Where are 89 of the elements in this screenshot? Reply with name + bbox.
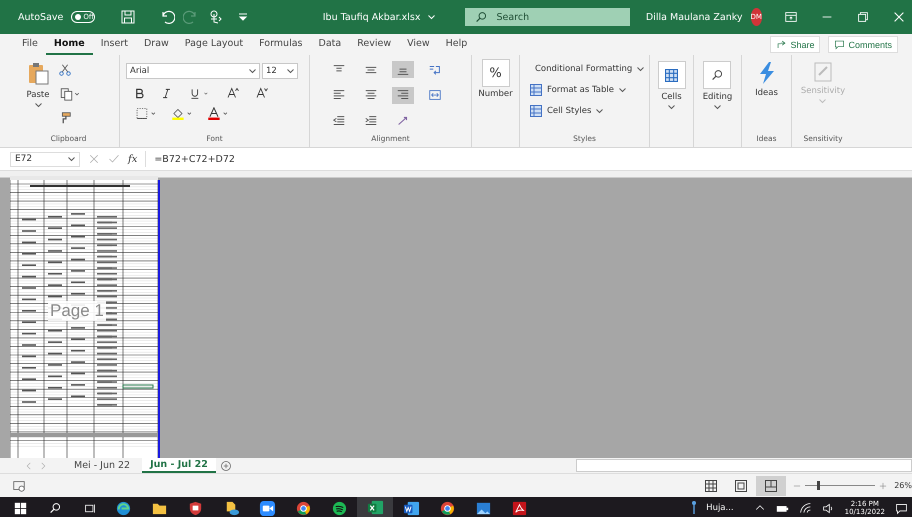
weather-text[interactable]: Huja... xyxy=(706,503,734,513)
caret-icon xyxy=(287,68,294,74)
ribbon-tab[interactable]: Data xyxy=(310,34,350,55)
ribbon-tab[interactable]: Formulas xyxy=(251,34,310,55)
zoom-level[interactable]: 26% xyxy=(894,481,912,490)
ribbon-tab[interactable]: Help xyxy=(438,34,476,55)
right-align-icon[interactable] xyxy=(392,86,414,104)
save-icon[interactable] xyxy=(120,9,136,25)
caret-icon xyxy=(714,105,721,110)
table-style-icon xyxy=(530,105,542,117)
ribbon-tab[interactable]: Home xyxy=(46,34,93,55)
page-watermark: Page 1 xyxy=(48,301,106,321)
bottom-align-icon[interactable] xyxy=(392,61,414,78)
share-button[interactable]: Share xyxy=(770,36,820,53)
fill-color-icon[interactable] xyxy=(170,107,194,120)
user-name: Dilla Maulana Zanky xyxy=(646,12,742,22)
sheet-tab[interactable]: Jun - Jul 22 xyxy=(142,458,216,473)
sensitivity-label-icon xyxy=(812,61,833,83)
ribbon-tab[interactable]: Page Layout xyxy=(176,34,252,55)
caret-icon xyxy=(68,156,75,162)
windows-start-icon[interactable] xyxy=(14,502,27,514)
close-icon[interactable] xyxy=(892,10,906,24)
scissors-icon[interactable] xyxy=(58,63,72,77)
speaker-icon[interactable] xyxy=(822,502,835,514)
word-icon[interactable] xyxy=(402,500,420,516)
caret-icon xyxy=(668,105,675,110)
file-name[interactable]: Ibu Taufiq Akbar.xlsx xyxy=(322,12,420,22)
comments-button[interactable]: Comments xyxy=(828,36,898,53)
number-label: Number xyxy=(478,89,513,99)
borders-icon[interactable] xyxy=(134,107,158,120)
caret-icon xyxy=(428,14,436,20)
caret-icon xyxy=(618,88,626,92)
caret-icon xyxy=(34,103,42,108)
search-field[interactable]: Search xyxy=(465,8,630,26)
zoom-slider-thumb[interactable] xyxy=(817,481,820,490)
ribbon-tab[interactable]: Insert xyxy=(92,34,136,55)
insert-function-button[interactable]: fx xyxy=(128,154,138,164)
caret-icon xyxy=(596,108,604,114)
task-view-icon[interactable] xyxy=(84,502,97,514)
cells-button[interactable]: Cells xyxy=(656,59,688,112)
styles-menu-item[interactable]: Cell Styles xyxy=(530,105,643,117)
excel-icon[interactable] xyxy=(366,498,384,516)
caret-icon xyxy=(637,66,644,72)
search-icon xyxy=(475,10,488,24)
search-icon xyxy=(710,68,724,82)
notifications-icon[interactable] xyxy=(895,502,908,514)
horizontal-scrollbar[interactable] xyxy=(576,459,912,472)
clipboard-icon xyxy=(26,61,50,87)
search-icon[interactable] xyxy=(49,502,62,514)
styles-menu-item[interactable]: Conditional Formatting xyxy=(530,63,643,75)
spotify-icon[interactable] xyxy=(330,500,348,516)
ideas-button[interactable]: Ideas xyxy=(753,59,780,134)
styles-menu-item[interactable]: Format as Table xyxy=(530,84,643,96)
autosave-label: AutoSave xyxy=(18,12,64,22)
sheet-tab[interactable]: Mei - Jun 22 xyxy=(66,458,138,473)
ribbon-tab[interactable]: View xyxy=(399,34,438,55)
comment-icon xyxy=(834,39,846,50)
formula-field[interactable]: =B72+C72+D72 xyxy=(145,151,912,167)
chrome-icon[interactable] xyxy=(294,500,312,516)
italic-icon[interactable] xyxy=(161,88,172,98)
editing-button[interactable]: Editing xyxy=(700,59,734,112)
ribbon-display-icon[interactable] xyxy=(784,10,798,24)
grow-font-icon[interactable] xyxy=(226,87,239,99)
font-size-field[interactable]: 12 xyxy=(262,63,298,79)
shrink-font-icon[interactable] xyxy=(255,87,268,99)
percent-button[interactable]: % xyxy=(482,59,510,87)
copy-icon[interactable] xyxy=(58,87,82,101)
cells-grid-icon xyxy=(665,68,678,82)
ribbon-tab[interactable]: Draw xyxy=(136,34,177,55)
add-sheet-icon[interactable] xyxy=(220,460,232,472)
caret-icon xyxy=(819,99,826,104)
font-color-icon[interactable] xyxy=(206,107,230,120)
bold-icon[interactable] xyxy=(134,88,145,98)
ribbon-tab[interactable]: Review xyxy=(349,34,400,55)
pdf-icon[interactable] xyxy=(510,500,528,516)
ribbon-tab[interactable]: File xyxy=(14,34,46,55)
font-name-field[interactable]: Arial xyxy=(126,63,260,79)
video-camera-icon[interactable] xyxy=(258,500,276,516)
table-style-icon xyxy=(530,84,542,96)
wifi-icon[interactable] xyxy=(798,502,812,514)
restore-icon[interactable] xyxy=(856,10,870,24)
chrome-icon[interactable] xyxy=(438,500,456,516)
paste-button[interactable]: Paste xyxy=(24,59,52,134)
accessibility-icon xyxy=(12,478,26,492)
edge-icon[interactable] xyxy=(114,500,132,516)
share-icon xyxy=(776,39,788,50)
name-box[interactable]: E72 xyxy=(10,152,80,166)
caret-icon xyxy=(249,68,256,74)
page-break-preview-icon[interactable] xyxy=(756,476,786,496)
